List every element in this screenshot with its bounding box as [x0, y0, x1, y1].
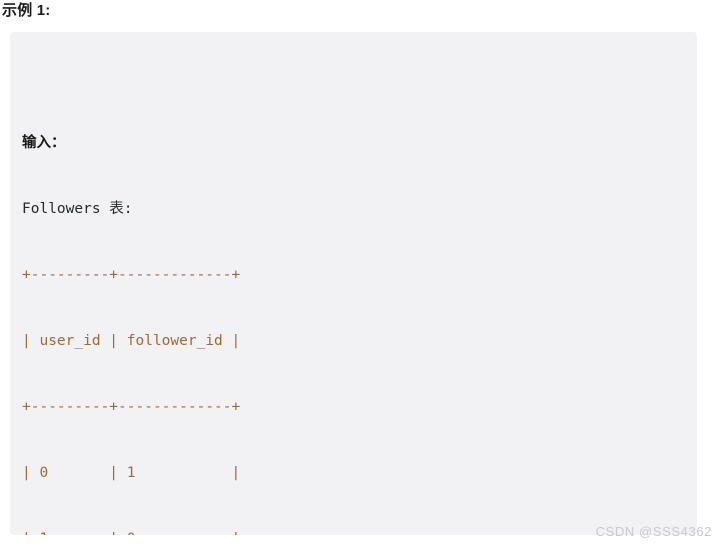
page-title: 示例 1: — [2, 2, 51, 19]
code-content: 输入： Followers 表: +---------+------------… — [22, 44, 687, 535]
input-table-caption-text: Followers 表: — [22, 201, 133, 217]
input-table-caption: Followers 表: — [22, 198, 687, 220]
input-label-line: 输入： — [22, 132, 687, 154]
input-table-header: | user_id | follower_id | — [22, 333, 241, 349]
csdn-watermark: CSDN @SSS4362 — [595, 524, 712, 539]
input-label: 输入： — [22, 135, 66, 151]
code-block: 输入： Followers 表: +---------+------------… — [10, 32, 697, 535]
input-table-separator-top: +---------+-------------+ — [22, 267, 241, 283]
input-table-separator-mid: +---------+-------------+ — [22, 399, 241, 415]
input-table-row: | 0 | 1 | — [22, 465, 241, 481]
input-table-row: | 1 | 0 | — [22, 528, 687, 535]
